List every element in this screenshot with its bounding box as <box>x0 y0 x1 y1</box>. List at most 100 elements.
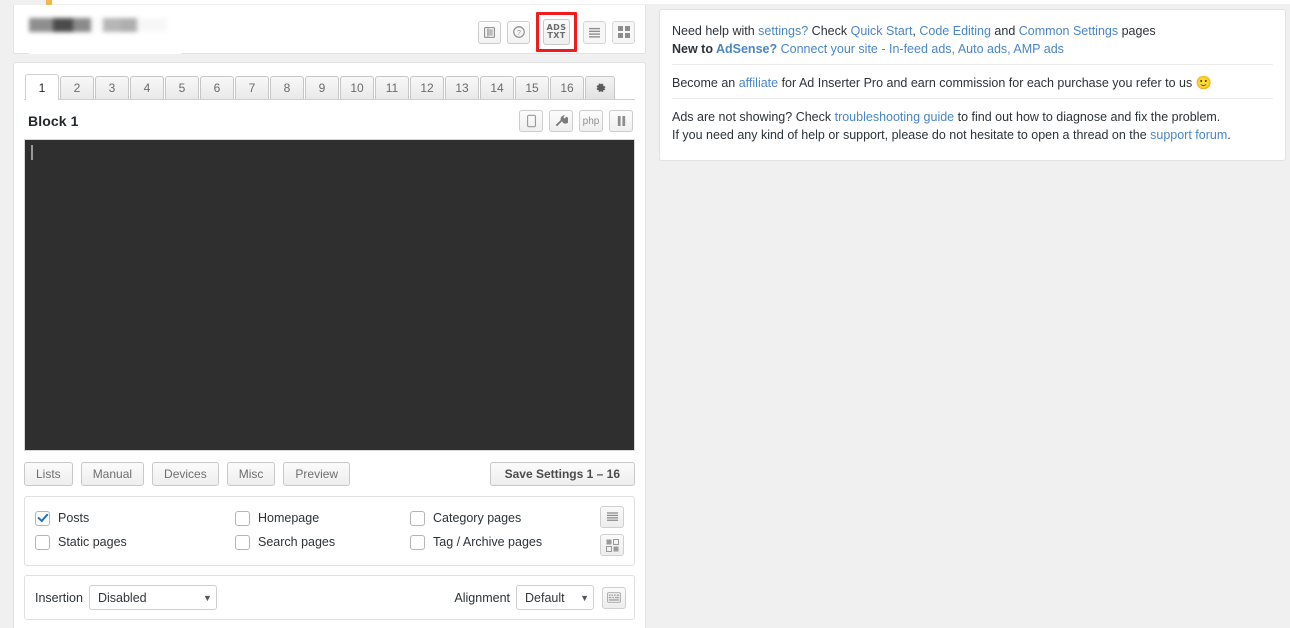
top-white-strip <box>52 0 1290 4</box>
block-tab-8[interactable]: 8 <box>270 76 304 99</box>
block-tab-12[interactable]: 12 <box>410 76 444 99</box>
help-text: pages <box>1118 24 1156 38</box>
help-link[interactable]: Auto ads <box>958 42 1007 56</box>
device-icon[interactable] <box>519 110 543 132</box>
help-text: New to <box>672 42 716 56</box>
tab-label: 15 <box>525 81 538 95</box>
checkbox-input[interactable] <box>35 535 50 550</box>
block-tab-13[interactable]: 13 <box>445 76 479 99</box>
block-tab-10[interactable]: 10 <box>340 76 374 99</box>
block-tabs: 1 2 3 4 5 6 7 8 9 10 11 12 13 14 15 16 <box>24 73 635 100</box>
tab-label: 5 <box>179 81 186 95</box>
block-tab-3[interactable]: 3 <box>95 76 129 99</box>
section-buttons: Lists Manual Devices Misc Preview <box>24 462 350 486</box>
help-link[interactable]: support forum <box>1150 128 1227 142</box>
checkbox-homepage[interactable]: Homepage <box>235 511 410 526</box>
save-settings-button[interactable]: Save Settings 1 – 16 <box>490 462 635 486</box>
block-header-row: Block 1 php <box>24 110 635 132</box>
ads-txt-icon[interactable]: ADS TXT <box>543 19 570 45</box>
redacted-page-title <box>29 18 167 32</box>
help-link[interactable]: Code Editing <box>919 24 991 38</box>
lists-button[interactable]: Lists <box>24 462 73 486</box>
checkbox-input[interactable] <box>235 511 250 526</box>
smiley-icon: 🙂 <box>1196 75 1212 90</box>
help-link[interactable]: - <box>878 42 889 56</box>
alignment-label: Alignment <box>454 591 510 605</box>
alignment-value: Default <box>525 591 565 605</box>
checkbox-category-pages[interactable]: Category pages <box>410 511 600 526</box>
grid-toggle-icon[interactable] <box>600 534 624 556</box>
block-tab-11[interactable]: 11 <box>375 76 409 99</box>
insertion-select[interactable]: Disabled ▼ <box>89 585 217 610</box>
button-label: Devices <box>164 467 207 481</box>
help-line: Need help with settings? Check Quick Sta… <box>672 22 1273 40</box>
help-link[interactable]: troubleshooting guide <box>835 110 955 124</box>
block-tab-1[interactable]: 1 <box>25 74 59 100</box>
block-tab-5[interactable]: 5 <box>165 76 199 99</box>
manual-button[interactable]: Manual <box>81 462 144 486</box>
display-checkbox-grid: Posts Homepage Category pages Static pag… <box>35 506 600 556</box>
header-underline <box>29 51 181 54</box>
preview-button[interactable]: Preview <box>283 462 350 486</box>
help-text: . <box>1227 128 1230 142</box>
checkbox-posts[interactable]: Posts <box>35 511 235 526</box>
help-line: Become an affiliate for Ad Inserter Pro … <box>672 74 1273 92</box>
tab-label: 1 <box>39 81 46 95</box>
chevron-down-icon: ▼ <box>580 593 589 603</box>
help-section-settings: Need help with settings? Check Quick Sta… <box>672 18 1273 64</box>
help-link[interactable]: affiliate <box>739 76 778 90</box>
devices-button[interactable]: Devices <box>152 462 219 486</box>
checkbox-tag-archive-pages[interactable]: Tag / Archive pages <box>410 535 600 550</box>
code-editor[interactable] <box>24 139 635 451</box>
insertion-label: Insertion <box>35 591 83 605</box>
help-line: New to AdSense? Connect your site - In-f… <box>672 40 1273 58</box>
tab-label: 10 <box>350 81 363 95</box>
grid-view-icon[interactable] <box>612 21 635 44</box>
alignment-select[interactable]: Default ▼ <box>516 585 594 610</box>
button-label: Misc <box>239 467 264 481</box>
help-link[interactable]: Connect your site <box>781 42 878 56</box>
tab-label: 11 <box>386 81 398 95</box>
help-link[interactable]: In-feed ads <box>889 42 952 56</box>
keyboard-icon[interactable] <box>602 587 626 609</box>
block-tab-14[interactable]: 14 <box>480 76 514 99</box>
checkbox-input[interactable] <box>235 535 250 550</box>
block-tab-16[interactable]: 16 <box>550 76 584 99</box>
pause-icon[interactable] <box>609 110 633 132</box>
block-tab-2[interactable]: 2 <box>60 76 94 99</box>
php-icon[interactable]: php <box>579 110 603 132</box>
misc-button[interactable]: Misc <box>227 462 276 486</box>
help-link[interactable]: AdSense? <box>716 42 777 56</box>
checkbox-input[interactable] <box>410 511 425 526</box>
help-line: If you need any kind of help or support,… <box>672 126 1273 144</box>
tab-label: 9 <box>319 81 326 95</box>
help-link[interactable]: Common Settings <box>1019 24 1118 38</box>
block-tab-4[interactable]: 4 <box>130 76 164 99</box>
gear-icon[interactable] <box>585 76 615 99</box>
checkbox-search-pages[interactable]: Search pages <box>235 535 410 550</box>
help-text: and <box>991 24 1019 38</box>
help-icon[interactable]: ? <box>507 21 530 44</box>
list-toggle-icon[interactable] <box>600 506 624 528</box>
list-view-icon[interactable] <box>583 21 606 44</box>
tab-label: 4 <box>144 81 151 95</box>
help-link[interactable]: Quick Start <box>851 24 913 38</box>
checkbox-static-pages[interactable]: Static pages <box>35 535 235 550</box>
panel-button-row: Lists Manual Devices Misc Preview Save S… <box>24 462 635 486</box>
block-tab-7[interactable]: 7 <box>235 76 269 99</box>
save-label: Save Settings 1 – 16 <box>505 467 620 481</box>
help-section-affiliate: Become an affiliate for Ad Inserter Pro … <box>672 64 1273 98</box>
block-tab-15[interactable]: 15 <box>515 76 549 99</box>
ads-txt-highlight-box: ADS TXT <box>536 12 577 52</box>
wrench-icon[interactable] <box>549 110 573 132</box>
checkbox-input[interactable] <box>35 511 50 526</box>
checkbox-input[interactable] <box>410 535 425 550</box>
help-link[interactable]: AMP ads <box>1013 42 1064 56</box>
tab-label: 6 <box>214 81 221 95</box>
button-label: Lists <box>36 467 61 481</box>
help-link[interactable]: settings? <box>758 24 808 38</box>
block-tab-9[interactable]: 9 <box>305 76 339 99</box>
book-icon[interactable] <box>478 21 501 44</box>
editor-caret <box>31 145 33 160</box>
block-tab-6[interactable]: 6 <box>200 76 234 99</box>
